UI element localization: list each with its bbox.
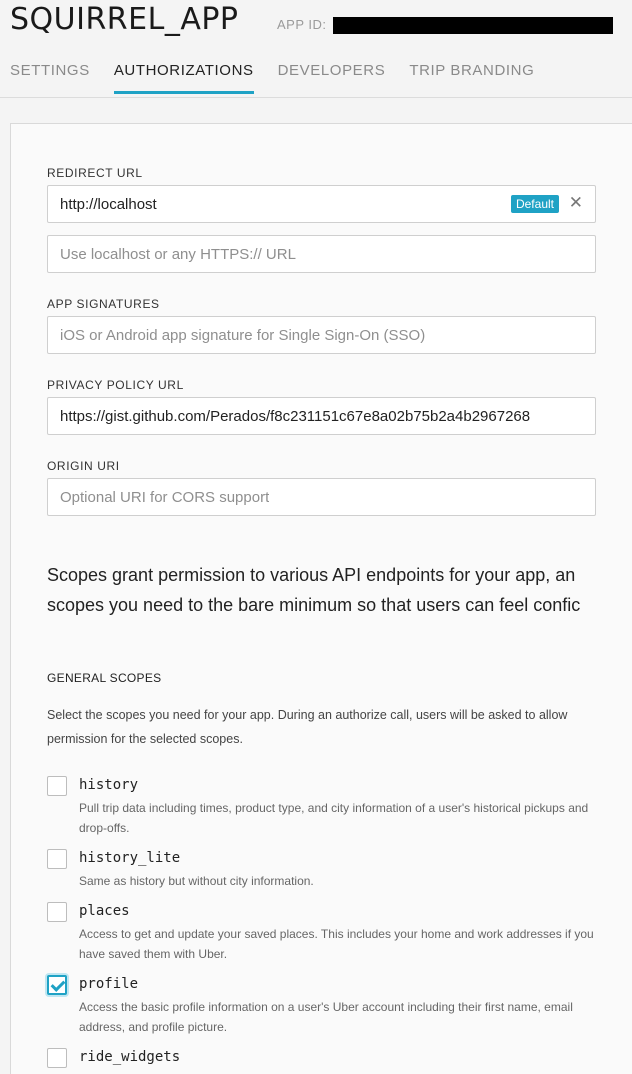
scope-checkbox-history[interactable] [47, 776, 67, 796]
origin-uri-label: ORIGIN URI [47, 459, 120, 473]
origin-uri-input[interactable]: Optional URI for CORS support [47, 478, 596, 516]
scope-description: Access to get and update your saved plac… [79, 927, 594, 961]
tab-developers[interactable]: DEVELOPERS [278, 62, 386, 94]
close-icon[interactable]: ✕ [569, 193, 583, 213]
redirect-url-placeholder: Use localhost or any HTTPS:// URL [60, 245, 296, 263]
scope-description: Same as history but without city informa… [79, 874, 314, 888]
default-badge: Default [510, 195, 559, 213]
scope-name: history [79, 777, 139, 793]
scope-checkbox-places[interactable] [47, 902, 67, 922]
redirect-url-new-input[interactable]: Use localhost or any HTTPS:// URL [47, 235, 596, 273]
scope-name: places [79, 903, 130, 919]
app-id-redacted [333, 17, 613, 34]
app-id-label: APP ID: [277, 17, 327, 32]
scope-name: history_lite [79, 850, 181, 866]
privacy-policy-url-input[interactable]: https://gist.github.com/Perados/f8c23115… [47, 397, 596, 435]
redirect-url-label: REDIRECT URL [47, 166, 143, 180]
app-header: SQUIRREL_APP APP ID: SETTINGS AUTHORIZAT… [0, 0, 632, 98]
scope-checkbox-profile[interactable] [47, 975, 67, 995]
scopes-intro: Scopes grant permission to various API e… [47, 560, 632, 620]
tab-bar: SETTINGS AUTHORIZATIONS DEVELOPERS TRIP … [10, 62, 558, 94]
scope-checkbox-history-lite[interactable] [47, 849, 67, 869]
general-scopes-title: GENERAL SCOPES [47, 671, 162, 685]
scope-description: Pull trip data including times, product … [79, 801, 589, 835]
origin-uri-placeholder: Optional URI for CORS support [60, 488, 270, 506]
tab-settings[interactable]: SETTINGS [10, 62, 90, 94]
privacy-policy-url-label: PRIVACY POLICY URL [47, 378, 184, 392]
scopes-intro-line: scopes you need to the bare minimum so t… [47, 595, 581, 615]
scopes-intro-line: Scopes grant permission to various API e… [47, 565, 576, 585]
app-title: SQUIRREL_APP [10, 2, 239, 37]
privacy-policy-url-value: https://gist.github.com/Perados/f8c23115… [60, 407, 531, 425]
scope-name: profile [79, 976, 139, 992]
app-signatures-placeholder: iOS or Android app signature for Single … [60, 326, 426, 344]
app-signatures-label: APP SIGNATURES [47, 297, 160, 311]
redirect-url-value: http://localhost [60, 195, 157, 213]
scope-description: Access the basic profile information on … [79, 1000, 573, 1034]
scope-checkbox-ride-widgets[interactable] [47, 1048, 67, 1068]
tab-authorizations[interactable]: AUTHORIZATIONS [113, 62, 254, 94]
redirect-url-field[interactable]: http://localhost Default ✕ [47, 185, 596, 223]
tab-trip-branding[interactable]: TRIP BRANDING [409, 62, 534, 94]
general-scopes-description: Select the scopes you need for your app.… [47, 708, 568, 746]
scope-name: ride_widgets [79, 1049, 181, 1065]
app-signatures-input[interactable]: iOS or Android app signature for Single … [47, 316, 596, 354]
